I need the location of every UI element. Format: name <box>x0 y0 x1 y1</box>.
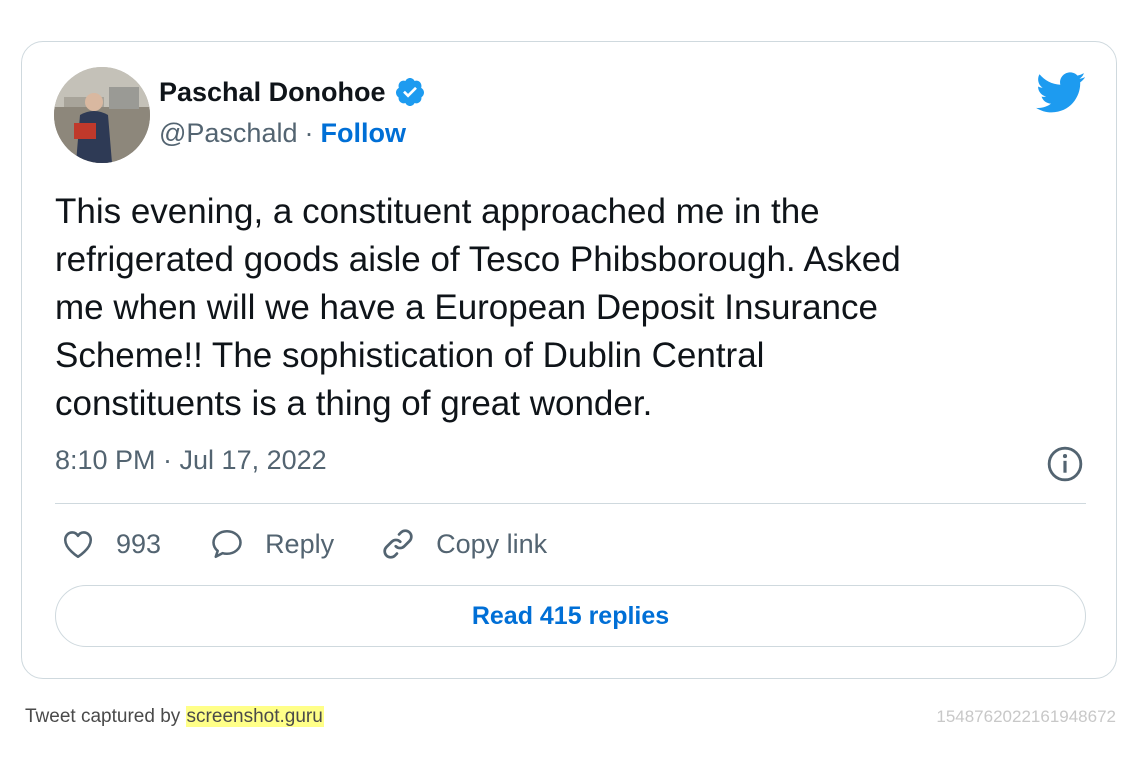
divider <box>55 503 1086 504</box>
twitter-bird-icon[interactable] <box>1036 72 1086 114</box>
heart-icon <box>63 531 93 559</box>
tweet-actions: 993 Reply Copy link <box>60 526 547 562</box>
avatar[interactable] <box>54 67 150 163</box>
info-icon[interactable] <box>1046 445 1084 483</box>
like-button[interactable]: 993 <box>60 526 161 562</box>
author-name[interactable]: Paschal Donohoe <box>159 77 386 108</box>
reply-button[interactable]: Reply <box>209 526 334 562</box>
follow-button[interactable]: Follow <box>320 118 405 149</box>
speech-bubble-icon <box>212 529 242 559</box>
tweet-timestamp[interactable]: 8:10 PM · Jul 17, 2022 <box>55 445 327 476</box>
tweet-id: 1548762022161948672 <box>936 707 1116 726</box>
verified-badge-icon <box>395 78 424 106</box>
copy-link-label: Copy link <box>436 528 548 559</box>
separator: · <box>304 118 314 148</box>
capture-credit-text: Tweet captured by <box>25 706 186 727</box>
like-count: 993 <box>116 528 162 559</box>
capture-credit: Tweet captured by screenshot.guru <box>25 706 324 728</box>
read-replies-button[interactable]: Read 415 replies <box>55 585 1086 647</box>
author-handle[interactable]: @Paschald <box>159 118 297 149</box>
link-icon <box>383 529 413 559</box>
tweet-card: Paschal Donohoe @Paschald · Follow This … <box>21 41 1117 679</box>
tweet-text: This evening, a constituent approached m… <box>55 192 901 423</box>
reply-label: Reply <box>265 528 335 559</box>
brand-link[interactable]: screenshot.guru <box>185 706 324 727</box>
copy-link-button[interactable]: Copy link <box>380 526 547 562</box>
